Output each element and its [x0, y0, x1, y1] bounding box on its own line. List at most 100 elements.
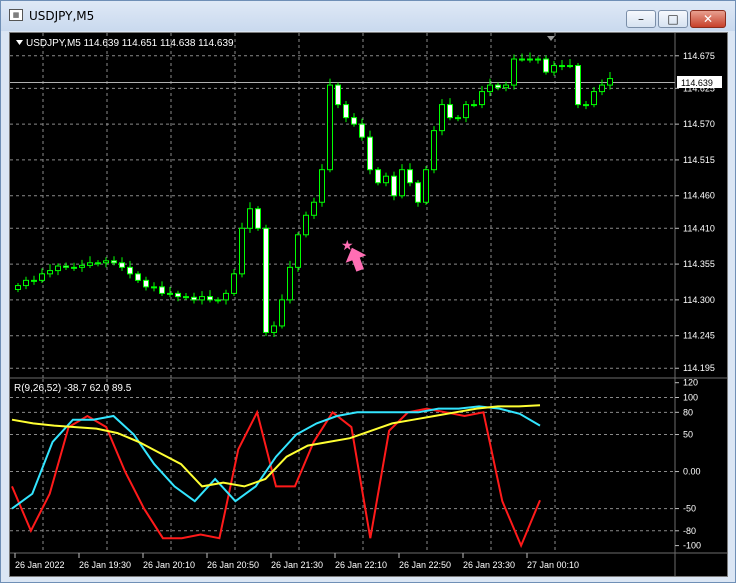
candle-body: [343, 104, 349, 119]
candle-body: [391, 175, 397, 197]
candle-body: [135, 273, 141, 281]
candle-body: [255, 208, 261, 229]
candle-body: [471, 104, 477, 107]
candle-body: [287, 266, 293, 301]
candle-body: [119, 262, 125, 268]
candle-body: [15, 285, 21, 290]
indicator-header: R(9,26,52) -38.7 62.0 89.5: [14, 383, 132, 394]
candle-body: [423, 169, 429, 203]
current-price-label: 114.639: [681, 78, 713, 88]
time-label: 26 Jan 19:30: [79, 560, 131, 570]
candle-body: [335, 84, 341, 106]
candle-body: [191, 296, 197, 301]
candle-body: [535, 58, 541, 61]
price-chart[interactable]: USDJPY,M5 114.639 114.651 114.638 114.63…: [10, 33, 727, 576]
candle-body: [591, 91, 597, 106]
candle-body: [367, 136, 373, 171]
candle-body: [511, 58, 517, 86]
time-label: 26 Jan 20:10: [143, 560, 195, 570]
candle-body: [479, 91, 485, 106]
price-tick-label: 114.300: [683, 295, 715, 305]
indicator-tick-label: 80: [683, 407, 693, 417]
indicator-line: [11, 405, 541, 510]
candle-body: [175, 292, 181, 298]
price-tick-label: 114.355: [683, 259, 715, 269]
close-button[interactable]: ✕: [690, 10, 726, 28]
price-tick-label: 114.570: [683, 119, 715, 129]
candle-body: [127, 266, 133, 275]
chart-area[interactable]: USDJPY,M5 114.639 114.651 114.638 114.63…: [9, 32, 728, 577]
candle-body: [39, 273, 45, 281]
candle-body: [543, 58, 549, 73]
candle-body: [71, 266, 77, 269]
title-bar[interactable]: ▦ USDJPY,M5 – □ ✕: [1, 1, 735, 31]
candle-body: [383, 175, 389, 184]
star-icon: ★: [341, 237, 354, 253]
candle-body: [375, 169, 381, 184]
time-label: 26 Jan 21:30: [271, 560, 323, 570]
candle-body: [575, 65, 581, 106]
indicator-tick-label: -50: [683, 504, 696, 514]
candle-body: [111, 260, 117, 264]
candle-body: [359, 123, 365, 138]
candle-body: [439, 104, 445, 132]
candle-body: [407, 169, 413, 184]
candle-body: [271, 325, 277, 333]
candle-body: [31, 279, 37, 282]
window-title: USDJPY,M5: [29, 9, 95, 23]
candle-body: [247, 208, 253, 229]
candle-body: [143, 279, 149, 288]
candle-body: [23, 279, 29, 287]
time-label: 27 Jan 00:10: [527, 560, 579, 570]
indicator-tick-label: 100: [683, 393, 698, 403]
candle-body: [431, 130, 437, 171]
minimize-button[interactable]: –: [626, 10, 656, 28]
indicator-tick-label: 120: [683, 378, 698, 388]
chart-window: ▦ USDJPY,M5 – □ ✕ USDJPY,M5 114.639 114.…: [0, 0, 736, 583]
candle-body: [583, 104, 589, 107]
time-axis: 26 Jan 2022 26 Jan 19:30 26 Jan 20:10 26 Ja…: [14, 553, 579, 570]
candle-body: [519, 58, 525, 61]
candle-body: [567, 65, 573, 68]
time-label: 26 Jan 23:30: [463, 560, 515, 570]
chart-shift-marker-icon[interactable]: [547, 36, 555, 41]
price-tick-label: 114.460: [683, 191, 715, 201]
candle-body: [63, 265, 69, 268]
candle-body: [151, 286, 157, 289]
candle-body: [231, 273, 237, 294]
candle-body: [207, 296, 213, 301]
candle-body: [159, 286, 165, 294]
maximize-button[interactable]: □: [658, 10, 688, 28]
candle-body: [295, 234, 301, 268]
price-tick-label: 114.195: [683, 363, 715, 373]
candle-body: [55, 265, 61, 272]
candle-body: [47, 270, 53, 275]
candle-body: [215, 299, 221, 302]
candle-body: [103, 260, 109, 264]
candle-body: [455, 117, 461, 120]
candle-body: [167, 292, 173, 295]
indicator-tick-label: -80: [683, 526, 696, 536]
main-chart-header: USDJPY,M5 114.639 114.651 114.638 114.63…: [26, 38, 234, 49]
candle-body: [559, 65, 565, 68]
price-tick-label: 114.675: [683, 51, 715, 61]
indicator-tick-label: 0.00: [683, 467, 701, 477]
chart-window-icon: ▦: [9, 9, 23, 21]
chart-menu-triangle-icon[interactable]: [16, 40, 23, 45]
price-tick-label: 114.245: [683, 331, 715, 341]
candle-body: [87, 262, 93, 266]
candle-body: [447, 104, 453, 119]
candle-body: [351, 117, 357, 125]
candle-body: [311, 201, 317, 216]
candle-body: [495, 84, 501, 89]
candle-body: [303, 214, 309, 236]
candle-body: [263, 227, 269, 333]
candle-body: [607, 78, 613, 86]
candle-body: [279, 299, 285, 327]
candle-body: [199, 296, 205, 301]
candle-body: [79, 264, 85, 268]
candle-body: [487, 84, 493, 93]
indicator-axis: 120 100 80 50 0.00 -50 -80 -100: [675, 378, 701, 551]
indicator-grid: [10, 379, 675, 553]
candle-body: [239, 227, 245, 275]
